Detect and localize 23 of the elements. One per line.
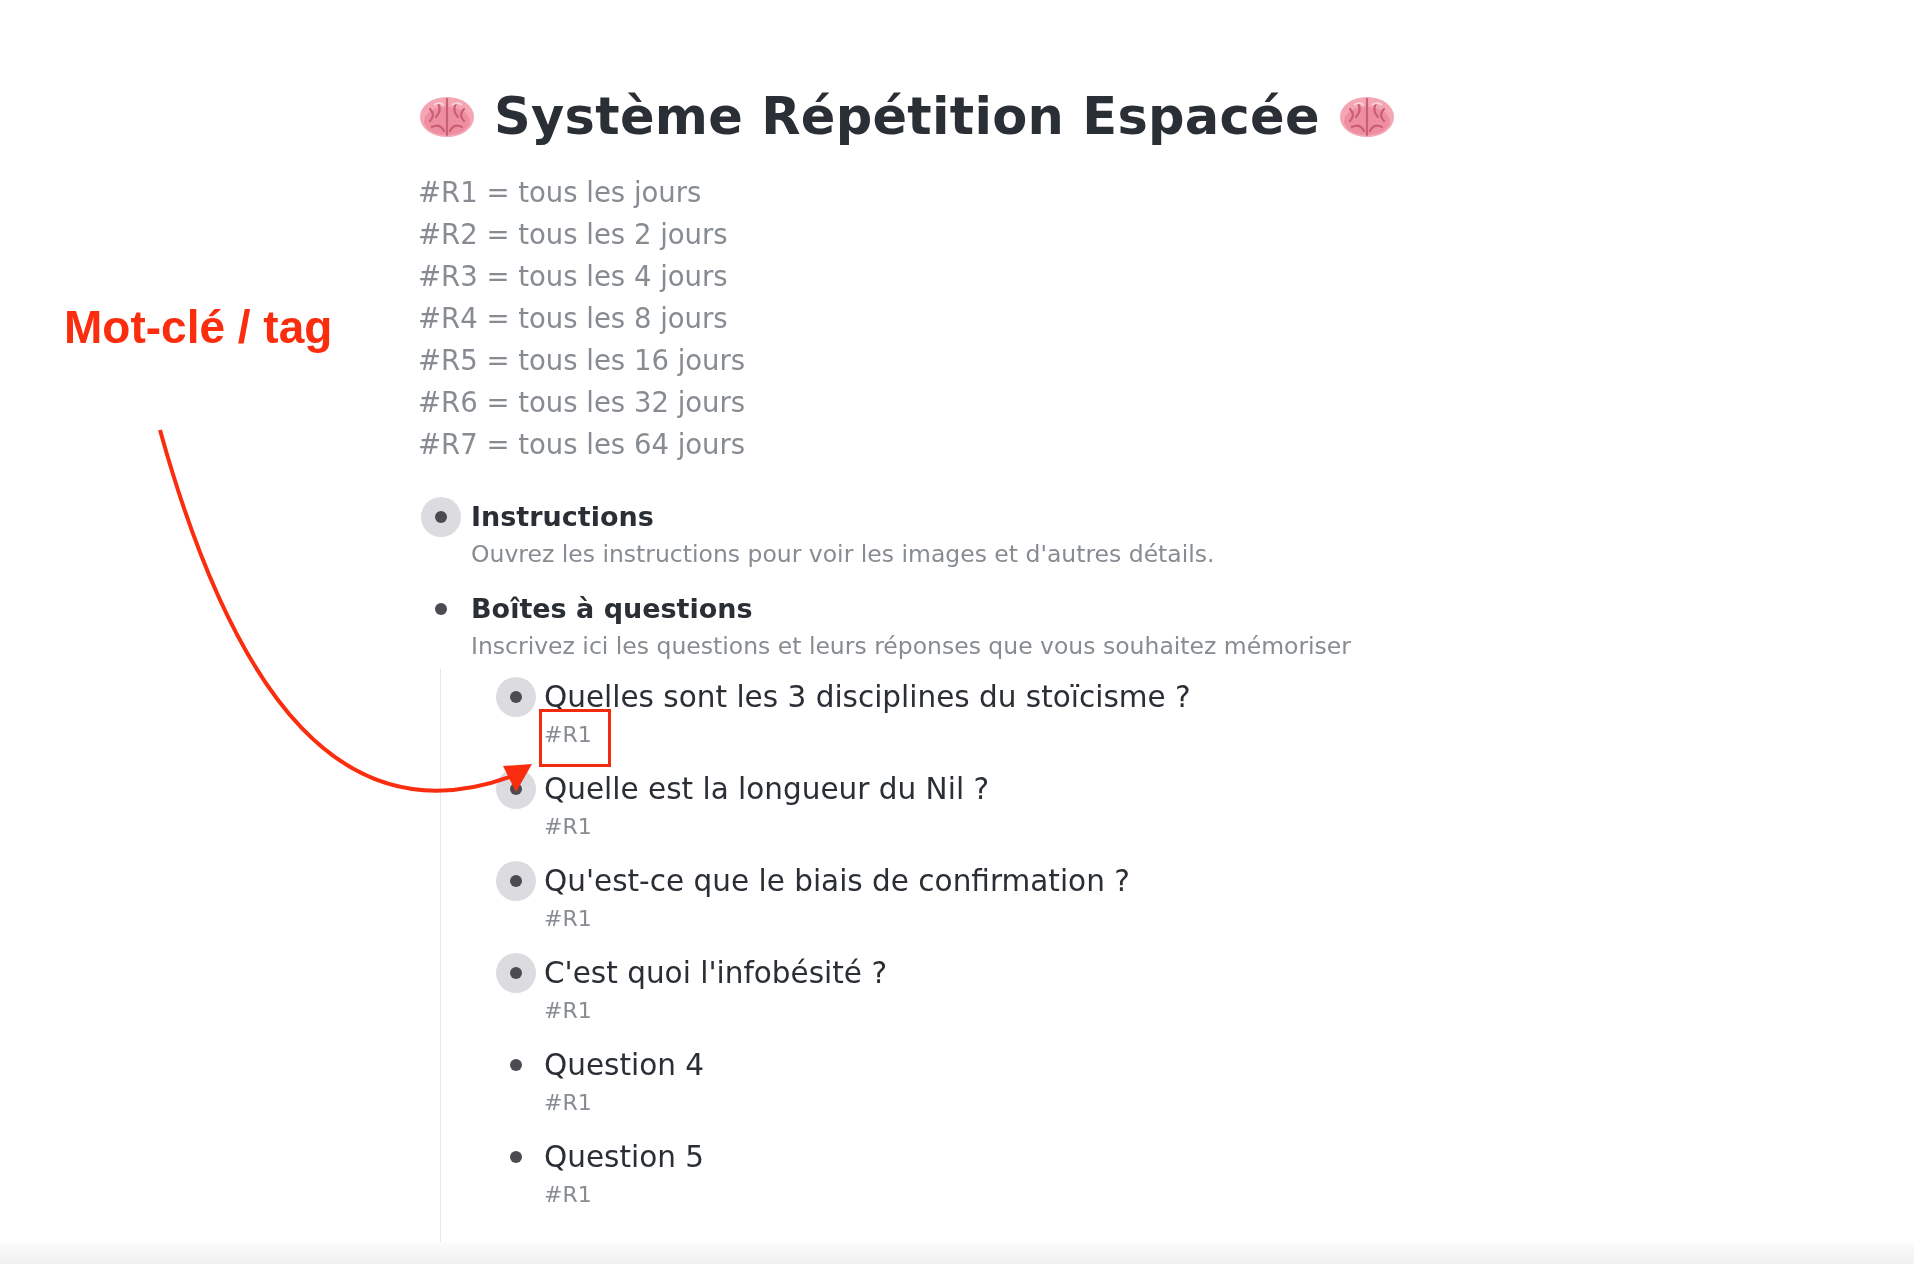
question-text[interactable]: Question 5 — [544, 1137, 705, 1178]
bullet[interactable] — [421, 497, 461, 538]
question-text[interactable]: Quelle est la longueur du Nil ? — [544, 769, 990, 810]
item-note: Inscrivez ici les questions et leurs réponses que vous souhaitez mémoriser — [471, 631, 1351, 663]
legend-line: #R2 = tous les 2 jours — [418, 217, 728, 253]
page-title: Système Répétition Espacée — [494, 86, 1320, 148]
question-text[interactable]: Quelles sont les 3 disciplines du stoïcisme ? — [544, 677, 1191, 718]
legend-line: #R4 = tous les 8 jours — [418, 301, 728, 337]
bullet[interactable] — [496, 953, 536, 994]
legend-line: #R1 = tous les jours — [418, 175, 702, 211]
question-text[interactable]: Question 4 — [544, 1045, 705, 1086]
bullet[interactable] — [496, 677, 536, 718]
question-text[interactable]: Qu'est-ce que le biais de confirmation ? — [544, 861, 1130, 902]
item-title[interactable]: Instructions — [471, 497, 654, 538]
legend-line: #R3 = tous les 4 jours — [418, 259, 728, 295]
legend-line: #R6 = tous les 32 jours — [418, 385, 746, 421]
legend-line: #R7 = tous les 64 jours — [418, 427, 746, 463]
question-text[interactable]: C'est quoi l'infobésité ? — [544, 953, 888, 994]
legend-line: #R5 = tous les 16 jours — [418, 343, 746, 379]
item-title[interactable]: Boîtes à questions — [471, 589, 753, 630]
bullet[interactable] — [496, 861, 536, 902]
annotation-label: Mot-clé / tag — [64, 300, 333, 355]
item-note: Ouvrez les instructions pour voir les images et d'autres détails. — [471, 539, 1215, 571]
